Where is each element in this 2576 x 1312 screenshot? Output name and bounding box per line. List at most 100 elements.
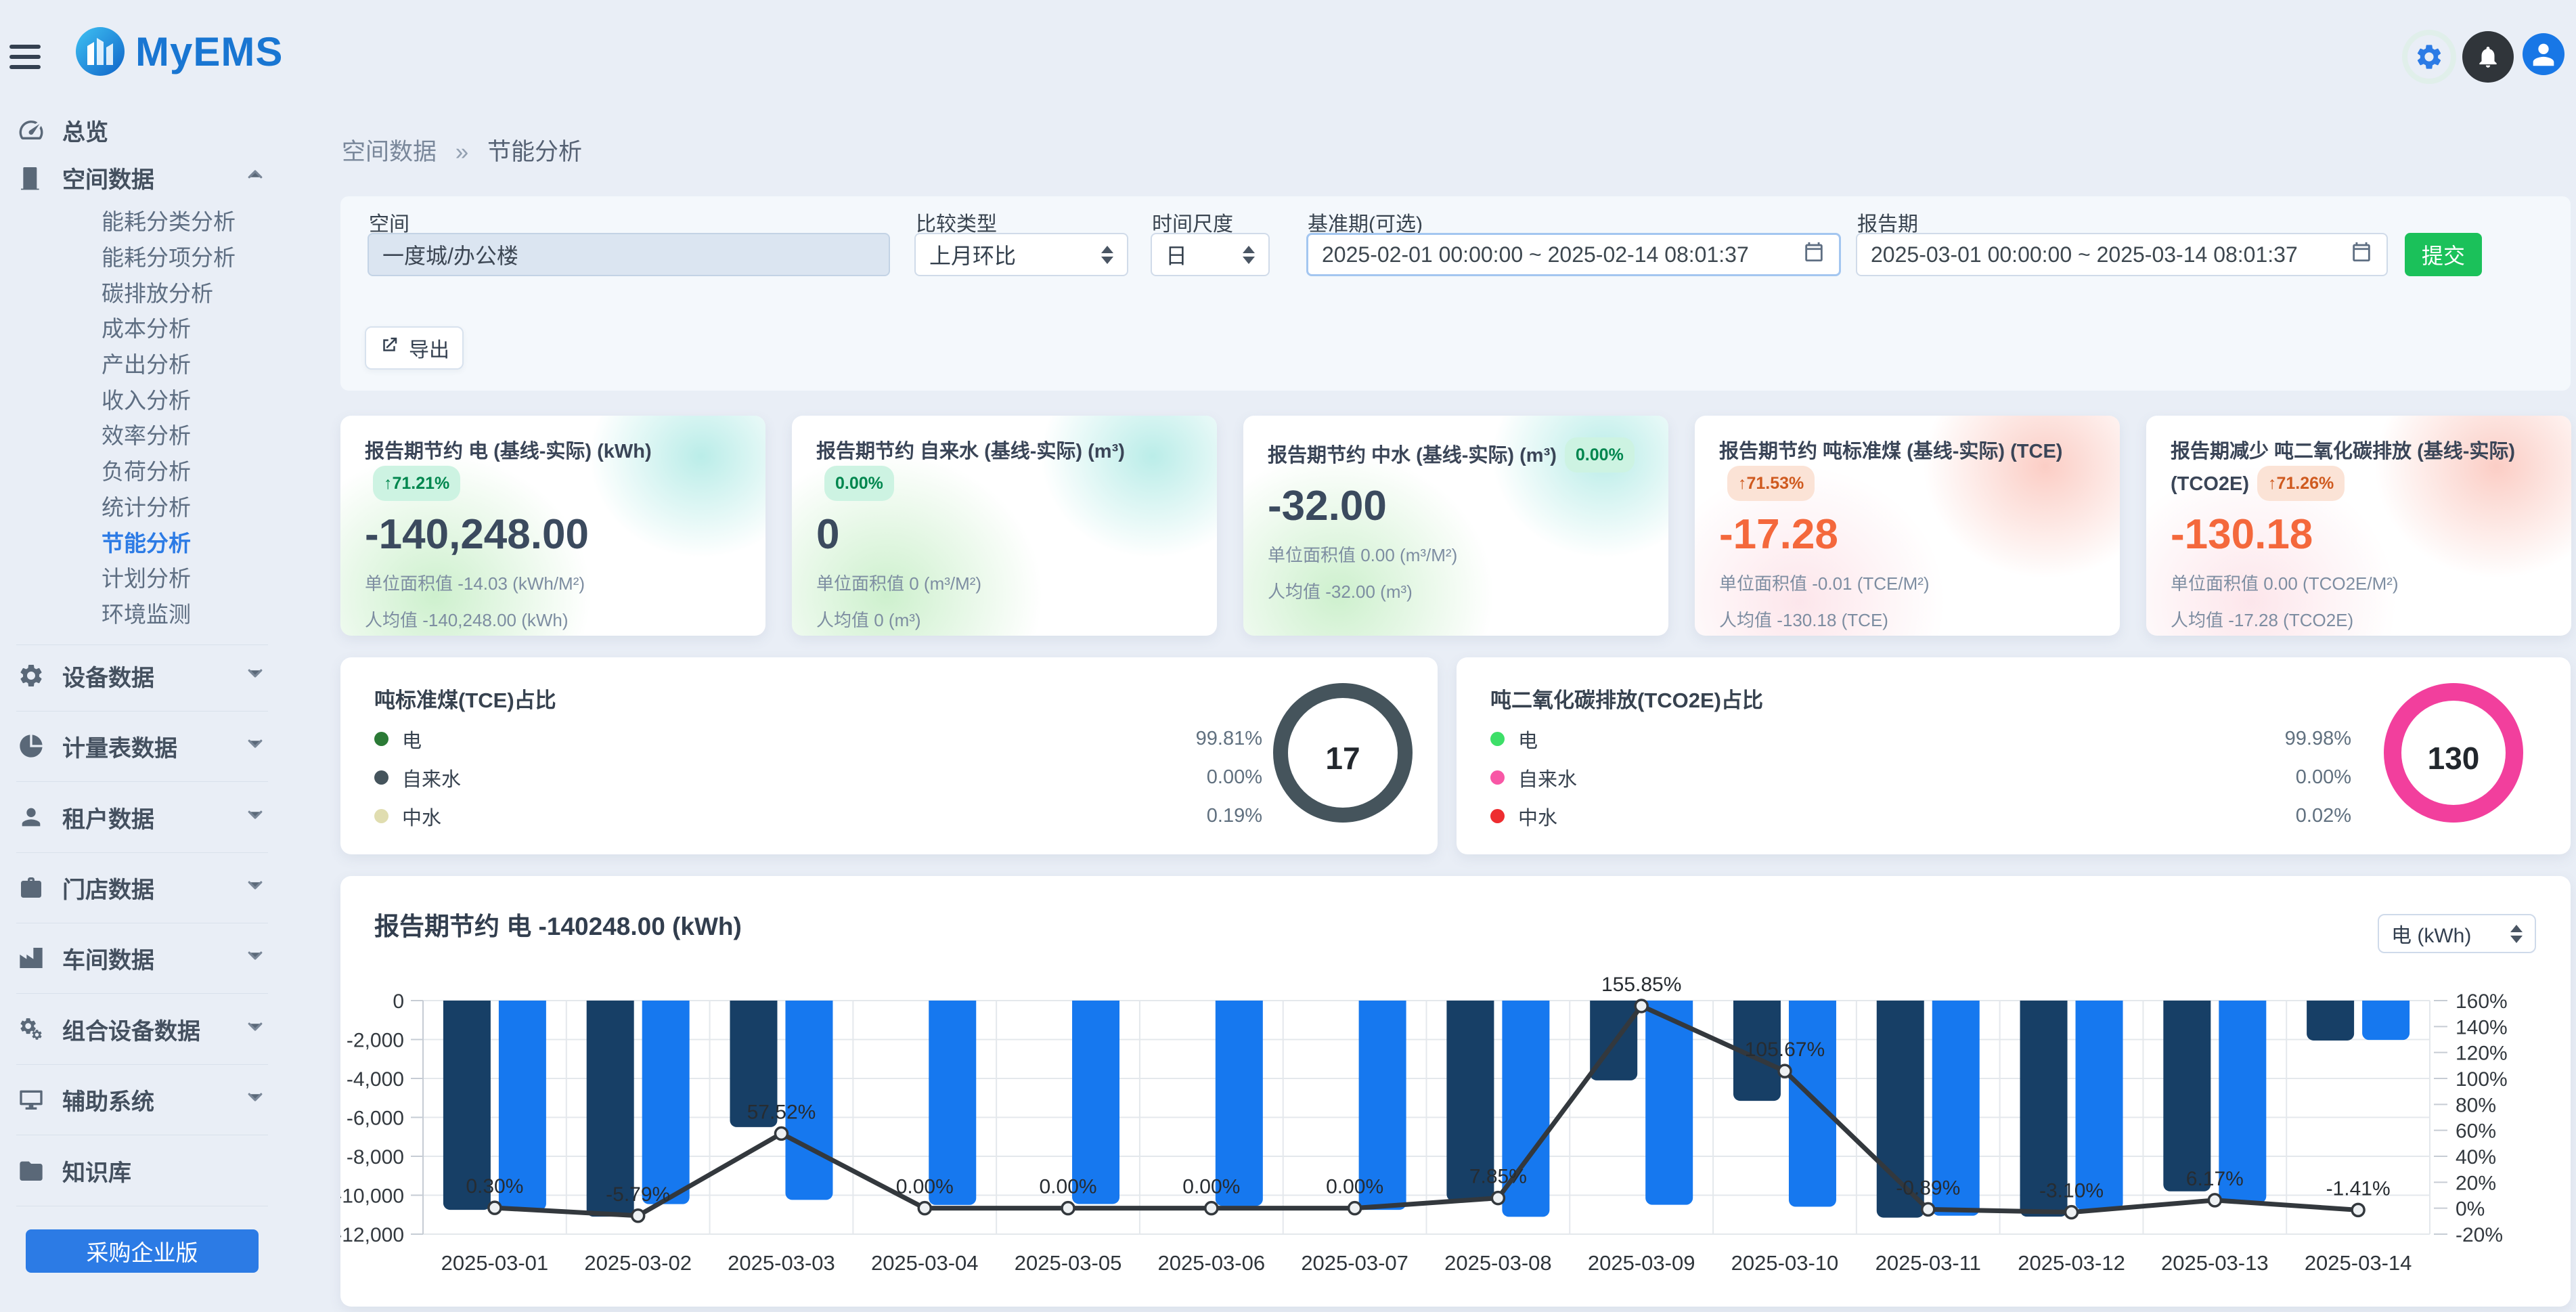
legend-item[interactable]: 中水0.02% [1490,797,2351,835]
factory-icon [16,944,46,971]
space-input[interactable]: 一度城/办公楼 [368,233,890,276]
legend-dot-icon [374,732,388,746]
trend-badge: 0.00% [1565,437,1635,473]
sidebar-group[interactable]: 租户数据 [0,798,284,836]
sidebar-group-label: 组合设备数据 [62,1013,200,1046]
legend-item[interactable]: 电99.98% [1490,720,2351,758]
chevron-down-icon [245,663,265,689]
svg-text:-20%: -20% [2456,1224,2503,1246]
briefcase-icon [16,874,46,901]
sidebar-group[interactable]: 组合设备数据 [0,1010,284,1048]
menu-icon[interactable] [9,45,41,75]
stat-card-per-area: 单位面积值 -14.03 (kWh/M²) [365,570,741,595]
comparison-select[interactable]: 上月环比 [914,233,1128,276]
sidebar-item[interactable]: 能耗分项分析 [0,238,284,274]
sidebar-item-overview[interactable]: 总览 [0,111,284,149]
stat-card: 报告期减少 吨二氧化碳排放 (基线-实际) (TCO2E)↑71.26%-130… [2146,416,2571,636]
sidebar-group[interactable]: 车间数据 [0,939,284,977]
select-arrows-icon [1243,246,1255,264]
svg-text:2025-03-14: 2025-03-14 [2305,1251,2412,1275]
svg-text:2025-03-10: 2025-03-10 [1731,1251,1839,1275]
trend-badge: 0.00% [824,466,894,501]
sidebar-item[interactable]: 成本分析 [0,309,284,345]
svg-text:140%: 140% [2456,1016,2508,1038]
sidebar-item[interactable]: 效率分析 [0,416,284,452]
stat-card-title: 报告期减少 吨二氧化碳排放 (基线-实际) (TCO2E)↑71.26% [2171,437,2547,501]
reporting-period-value: 2025-03-01 00:00:00 ~ 2025-03-14 08:01:3… [1871,242,2298,267]
svg-text:2025-03-11: 2025-03-11 [1875,1251,1981,1275]
sidebar-divider [16,852,268,853]
legend-label: 中水 [402,802,441,831]
svg-text:2025-03-08: 2025-03-08 [1444,1251,1552,1275]
export-button[interactable]: 导出 [365,326,464,370]
buy-enterprise-button[interactable]: 采购企业版 [26,1229,259,1273]
sidebar-group[interactable]: 门店数据 [0,869,284,906]
folder-icon [16,1157,46,1184]
breadcrumb-parent[interactable]: 空间数据 [342,139,437,165]
svg-text:0.00%: 0.00% [1039,1176,1096,1198]
myems-dashboard: MyEMS 总览 空间数据 能耗分类分析能耗分项分析碳排放分析成本分析产出分析收… [0,0,2576,1312]
gear-icon [16,662,46,689]
sidebar-divider [16,644,268,645]
settings-gear-icon[interactable] [2402,30,2456,84]
legend-item[interactable]: 自来水0.00% [374,758,1262,797]
reporting-period-input[interactable]: 2025-03-01 00:00:00 ~ 2025-03-14 08:01:3… [1856,233,2388,276]
breadcrumb: 空间数据 » 节能分析 [342,133,582,167]
filter-panel: 空间 一度城/办公楼 比较类型 上月环比 时间尺度 日 基准期(可选) 2025… [340,196,2571,391]
legend-item[interactable]: 自来水0.00% [1490,758,2351,797]
svg-text:57.52%: 57.52% [747,1101,816,1123]
sidebar-item[interactable]: 能耗分类分析 [0,202,284,238]
stat-card-per-capita: 人均值 -140,248.00 (kWh) [365,607,741,632]
calendar-icon [2350,240,2373,269]
tco2e-share-card: 吨二氧化碳排放(TCO2E)占比 电99.98%自来水0.00%中水0.02% … [1457,657,2571,854]
export-icon [379,335,399,361]
svg-text:-12,000: -12,000 [340,1224,404,1246]
stat-card: 报告期节约 吨标准煤 (基线-实际) (TCE)↑71.53%-17.28单位面… [1695,416,2120,636]
sidebar-item[interactable]: 负荷分析 [0,452,284,488]
sidebar-item[interactable]: 环境监测 [0,595,284,631]
user-avatar-icon[interactable] [2523,33,2564,75]
legend-item[interactable]: 电99.81% [374,720,1262,758]
legend-value: 0.00% [1207,766,1262,789]
sidebar-group[interactable]: 计量表数据 [0,727,284,765]
stat-card-per-capita: 人均值 -32.00 (m³) [1268,578,1644,603]
svg-text:-0.89%: -0.89% [1896,1177,1960,1199]
svg-text:2025-03-03: 2025-03-03 [728,1251,835,1275]
period-type-value: 日 [1165,239,1187,270]
svg-text:2025-03-07: 2025-03-07 [1301,1251,1408,1275]
sidebar-item-active[interactable]: 节能分析 [0,523,284,559]
svg-text:80%: 80% [2456,1094,2496,1116]
stat-card-value: -140,248.00 [365,510,741,559]
chevron-down-icon [245,733,265,760]
svg-text:2025-03-06: 2025-03-06 [1158,1251,1266,1275]
sidebar-group[interactable]: 设备数据 [0,657,284,695]
pie-chart-icon [16,732,46,760]
sidebar-item[interactable]: 产出分析 [0,345,284,381]
sidebar-item[interactable]: 碳排放分析 [0,274,284,309]
app-logo[interactable]: MyEMS [76,27,283,76]
sidebar-group[interactable]: 知识库 [0,1152,284,1189]
base-period-input[interactable]: 2025-02-01 00:00:00 ~ 2025-02-14 08:01:3… [1306,233,1841,276]
sidebar-item[interactable]: 收入分析 [0,380,284,416]
period-type-select[interactable]: 日 [1151,233,1270,276]
stat-card-value: 0 [816,510,1193,559]
sidebar-divider [16,711,268,712]
notifications-bell-icon[interactable] [2462,31,2514,83]
legend-value: 0.19% [1207,805,1262,827]
svg-text:-8,000: -8,000 [347,1146,404,1168]
sidebar-item[interactable]: 计划分析 [0,559,284,595]
sidebar-group[interactable]: 辅助系统 [0,1080,284,1118]
sidebar-item[interactable]: 统计分析 [0,488,284,524]
legend-item[interactable]: 中水 0.19% [374,797,1262,835]
gauge-icon [16,116,46,144]
energy-unit-select[interactable]: 电 (kWh) [2378,914,2536,953]
svg-text:0.00%: 0.00% [1182,1176,1240,1198]
sidebar-group-space-data[interactable]: 空间数据 [0,158,284,196]
sidebar-group-label: 辅助系统 [62,1083,154,1116]
brand-name: MyEMS [135,28,283,75]
donut-legend: 电99.81%自来水0.00% 中水 0.19% [374,720,1262,835]
submit-button[interactable]: 提交 [2405,233,2482,276]
svg-text:100%: 100% [2456,1068,2508,1091]
stat-card-per-capita: 人均值 -130.18 (TCE) [1719,607,2095,632]
legend-value: 0.00% [2296,766,2351,789]
